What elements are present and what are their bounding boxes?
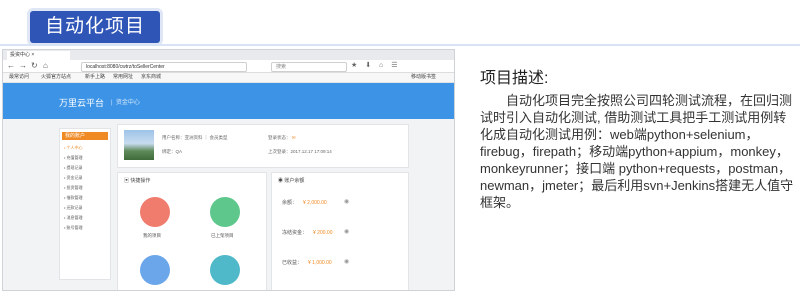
address-bar-row: ← → ↻ ⌂ localhost:8080/cwtrz/toSellerCen… bbox=[3, 60, 454, 73]
profile-name: 用户名称：亚洲资料 ｜ 会员类型 bbox=[162, 135, 228, 140]
bookmark-item[interactable]: 火狐官方站点 bbox=[41, 73, 71, 82]
sidebar-item[interactable]: • 投资管理 bbox=[64, 185, 83, 191]
sidebar-item[interactable]: • 借款管理 bbox=[64, 195, 83, 201]
circle-label: 已上架项目 bbox=[211, 233, 234, 238]
sidebar-item[interactable]: • 还款记录 bbox=[64, 205, 83, 211]
bookmark-item[interactable]: 常用网址 bbox=[113, 73, 133, 82]
forward-icon[interactable]: → bbox=[19, 61, 27, 71]
title-divider bbox=[0, 44, 800, 46]
site-section: | 资金中心 bbox=[111, 100, 140, 106]
account-panel: ◉ 账户余额 余额： ¥ 2,000.00 ◉ 冻结资金： ¥ 200.00 ◉ 已… bbox=[271, 172, 409, 290]
bookmark-item[interactable]: 最常访问 bbox=[9, 73, 29, 82]
login-status: 登录状态： ✉ bbox=[268, 135, 296, 140]
tab-bar: 投资中心 × bbox=[3, 50, 454, 60]
circle-label: 我的项目 bbox=[143, 233, 161, 238]
account-title: ◉ 账户余额 bbox=[278, 178, 305, 184]
sidebar-item[interactable]: • 消息管理 bbox=[64, 215, 83, 221]
search-input[interactable]: 搜索 bbox=[271, 62, 347, 72]
sidebar-item[interactable]: • 账号管理 bbox=[64, 225, 83, 231]
browser-tab[interactable]: 投资中心 × bbox=[7, 51, 70, 60]
eye-icon[interactable]: ◉ bbox=[344, 228, 349, 235]
sidebar-item[interactable]: • 提现记录 bbox=[64, 165, 83, 171]
earned-row: 已收益： ¥ 1,000.00 bbox=[282, 260, 332, 266]
bookmark-item[interactable]: 京东商城 bbox=[141, 73, 161, 82]
balance-row: 余额： ¥ 2,000.00 bbox=[282, 200, 327, 206]
eye-icon[interactable]: ◉ bbox=[344, 198, 349, 205]
doc-button[interactable] bbox=[140, 255, 170, 285]
toolbar-icons[interactable]: ★ ⬇ ⌂ ☰ bbox=[351, 61, 400, 69]
status-icon: ✉ bbox=[291, 135, 296, 140]
sidebar-item[interactable]: • 个人中心 bbox=[64, 145, 83, 151]
description-body: 自动化项目完全按照公司四轮测试流程，在回归测试时引入自动化测试, 借助测试工具把… bbox=[480, 93, 794, 210]
browser-screenshot: 投资中心 × ← → ↻ ⌂ localhost:8080/cwtrz/toSe… bbox=[2, 49, 455, 291]
sidebar-item[interactable]: • 资金记录 bbox=[64, 175, 83, 181]
eye-icon[interactable]: ◉ bbox=[344, 258, 349, 265]
wallet-button[interactable] bbox=[210, 255, 240, 285]
bookmarks-bar: 最常访问 火狐官方站点 新手上路 常用网址 京东商城 移动版书签 bbox=[3, 73, 454, 83]
back-icon[interactable]: ← bbox=[7, 61, 15, 71]
refresh-icon[interactable]: ↻ bbox=[31, 61, 38, 71]
slide-title: 自动化项目 bbox=[30, 11, 160, 43]
description-title: 项目描述: bbox=[480, 70, 549, 87]
bookmark-item[interactable]: 新手上路 bbox=[85, 73, 105, 82]
site-header: 万里云平台 | 资金中心 bbox=[3, 83, 454, 119]
sidebar-item[interactable]: • 充值管理 bbox=[64, 155, 83, 161]
profile-tag: 绑定：QA bbox=[162, 149, 183, 154]
last-login: 上次登录：2017.12.17 17:09:14 bbox=[268, 149, 332, 154]
my-projects-button[interactable] bbox=[140, 197, 170, 227]
frozen-row: 冻结资金： ¥ 200.00 bbox=[282, 230, 333, 236]
mobile-bookmarks[interactable]: 移动版书签 bbox=[411, 73, 436, 82]
avatar bbox=[124, 130, 154, 160]
profile-card: 用户名称：亚洲资料 ｜ 会员类型 绑定：QA 登录状态： ✉ 上次登录：2017… bbox=[117, 124, 409, 168]
home-icon[interactable]: ⌂ bbox=[43, 61, 48, 71]
sidebar-title: 我的账户 bbox=[62, 132, 108, 140]
account-sidebar: 我的账户 • 个人中心 • 充值管理 • 提现记录 • 资金记录 • 投资管理 … bbox=[59, 128, 111, 280]
quick-ops-title: ▣ 快捷操作 bbox=[124, 178, 151, 184]
site-brand[interactable]: 万里云平台 bbox=[59, 96, 104, 109]
quick-ops-panel: ▣ 快捷操作 我的项目 已上架项目 bbox=[117, 172, 267, 290]
url-input[interactable]: localhost:8080/cwtrz/toSellerCenter bbox=[81, 62, 247, 72]
listed-projects-button[interactable] bbox=[210, 197, 240, 227]
